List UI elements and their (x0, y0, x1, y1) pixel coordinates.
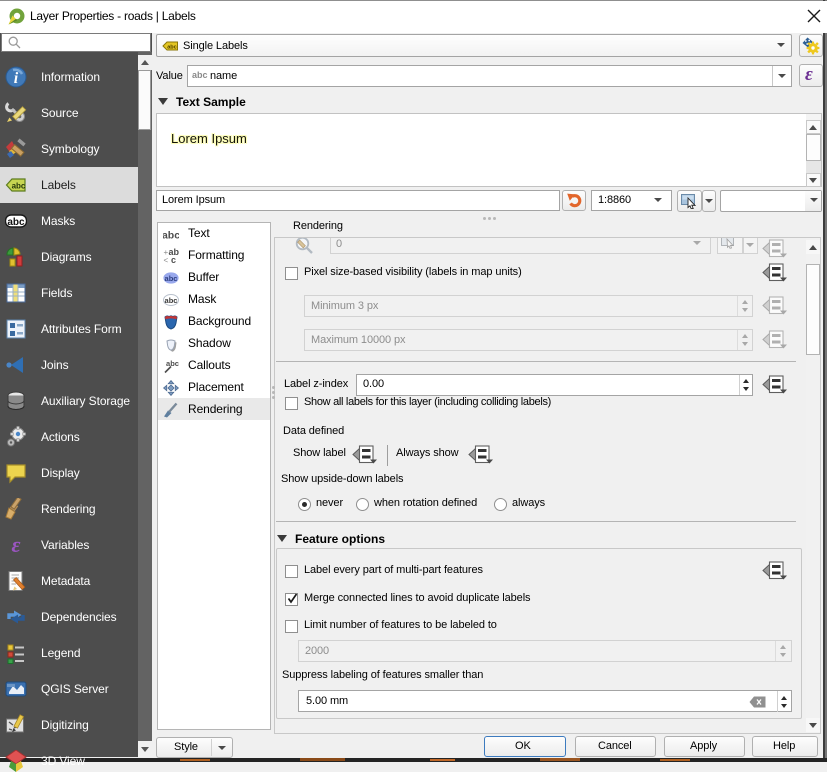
svg-text:abc: abc (165, 274, 178, 283)
svg-text:abc: abc (167, 45, 176, 51)
svg-text:<: < (164, 256, 169, 264)
svg-text:ε: ε (11, 534, 20, 556)
svg-text:abc: abc (166, 359, 179, 368)
svg-text:abc: abc (12, 182, 26, 191)
svg-text:c: c (171, 255, 176, 264)
svg-text:abc: abc (165, 296, 178, 305)
svg-text:abc: abc (163, 230, 179, 242)
svg-text:i: i (14, 70, 19, 87)
svg-text:abc: abc (7, 217, 25, 228)
